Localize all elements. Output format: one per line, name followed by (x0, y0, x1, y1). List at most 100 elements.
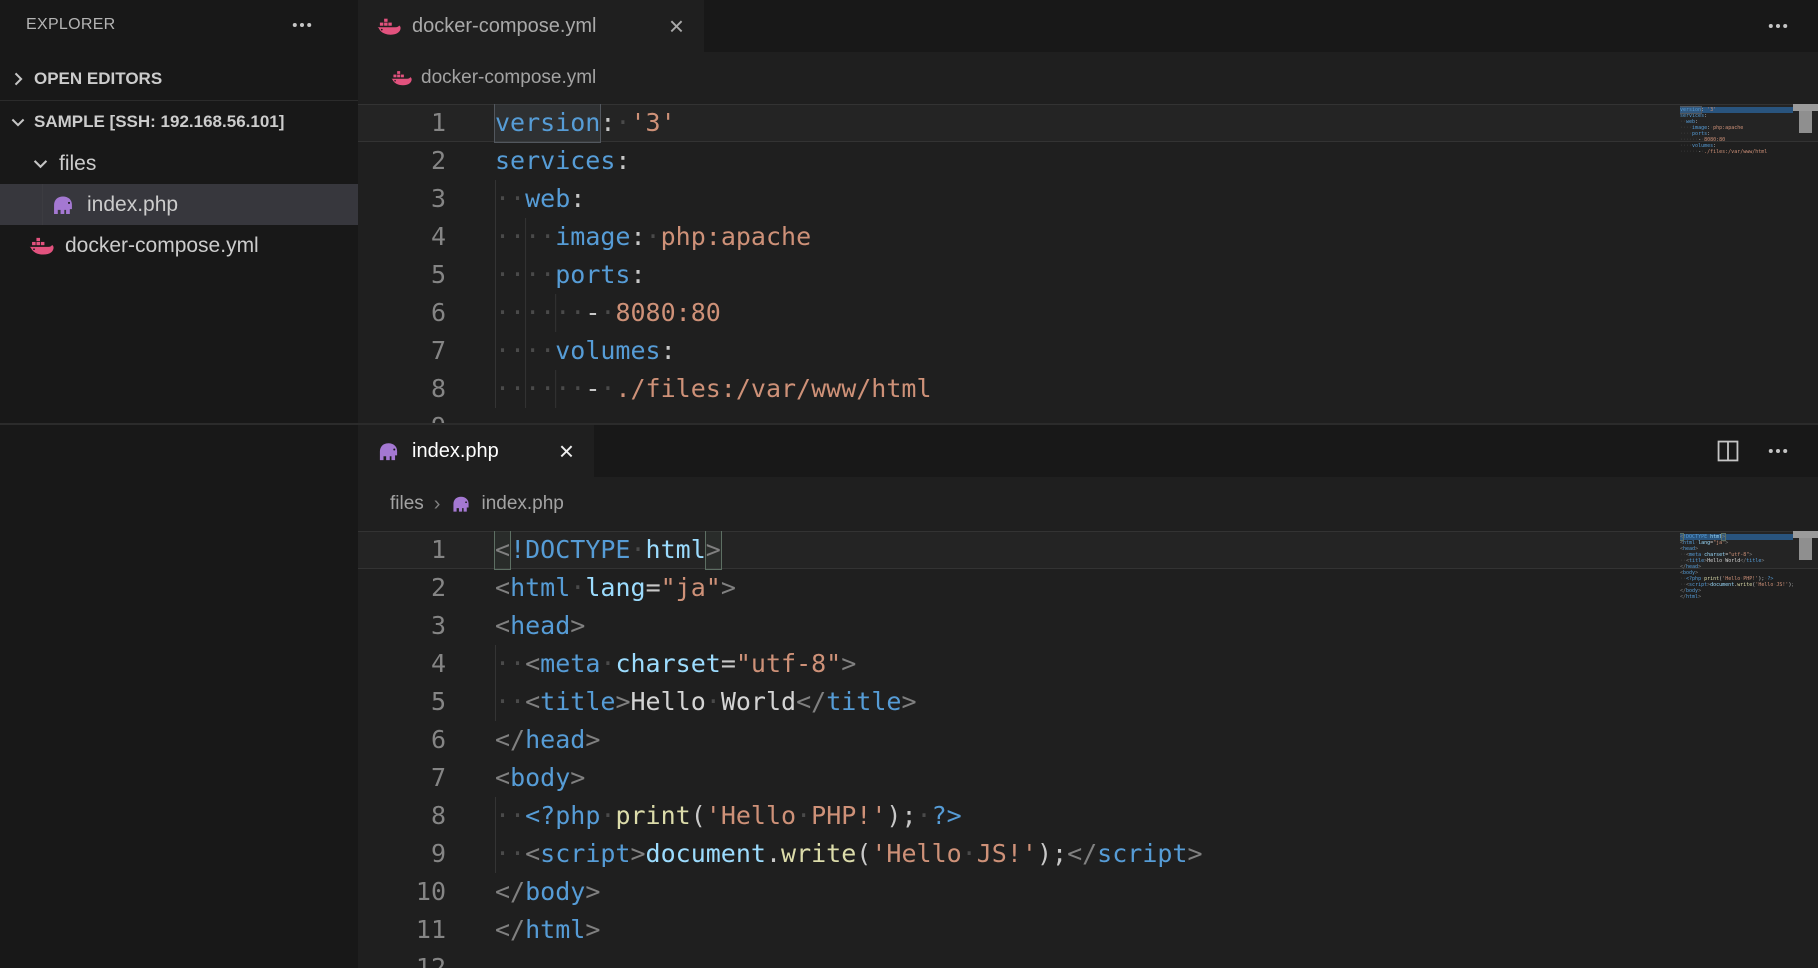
code-line-2: 2<html·lang="ja"> (358, 569, 1818, 607)
code-token-att: lang (585, 569, 645, 607)
code-line-9: 9··<script>document.write('Hello·JS!');<… (358, 835, 1818, 873)
code-editor[interactable]: 1version:·'3'2services:3··web:4····image… (358, 104, 1818, 423)
code-token-key: head (510, 607, 570, 645)
breadcrumb-item-index-php[interactable]: index.php (450, 493, 563, 515)
code-token-key: script (1097, 835, 1187, 873)
code-token-pun: : (600, 104, 615, 142)
minimap[interactable]: <!DOCTYPE·html><html·lang="ja"><head>··<… (1680, 531, 1793, 968)
code-token-pun: = (646, 569, 661, 607)
editor-more-actions-icon[interactable] (1766, 14, 1790, 38)
chevron-down-icon (30, 153, 51, 174)
code-token-pun: : (1704, 113, 1707, 119)
code-token-key: head (525, 721, 585, 759)
code-token-ws: · (646, 218, 661, 256)
code-token-ws: · (600, 294, 615, 332)
code-token-pun: : (630, 256, 645, 294)
code-token-brk: > (585, 721, 600, 759)
docker-file-icon (376, 14, 401, 39)
code-token-brk: > (1725, 540, 1728, 546)
code-token-brk: </ (1067, 835, 1097, 873)
close-icon[interactable]: × (667, 13, 686, 39)
code-token-fn: write (781, 835, 856, 873)
code-token-key: ?> (932, 797, 962, 835)
breadcrumb: docker-compose.yml (358, 52, 1818, 104)
sidebar-section-sample[interactable]: SAMPLE [SSH: 192.168.56.101] (0, 101, 358, 143)
explorer-more-actions-icon[interactable] (290, 13, 314, 37)
code-token-ws: · (917, 797, 932, 835)
code-line-3: 3<head> (358, 607, 1818, 645)
code-token-ws: · (600, 797, 615, 835)
code-line-7: 7····volumes: (358, 332, 1818, 370)
code-token-txt: Hello (631, 683, 706, 721)
file-label: index.php (87, 193, 178, 217)
tab-index-php[interactable]: index.php× (358, 425, 594, 477)
tab-docker-compose-yml[interactable]: docker-compose.yml× (358, 0, 704, 52)
file-label: docker-compose.yml (65, 234, 259, 258)
php-file-icon (376, 439, 401, 464)
breadcrumb-label: index.php (481, 493, 563, 515)
scrollbar-thumb[interactable] (1799, 538, 1812, 560)
line-number: 4 (358, 645, 495, 683)
line-number: 4 (358, 218, 495, 256)
code-line-4: 4····image:·php:apache (358, 218, 1818, 256)
code-token-brk: </ (495, 721, 525, 759)
minimap[interactable]: version:·'3'services:··web:····image:·ph… (1680, 104, 1793, 423)
sidebar-item-files[interactable]: files (0, 143, 358, 184)
line-number: 12 (358, 949, 495, 968)
code-token-brk: </ (796, 683, 826, 721)
code-editor[interactable]: 1<!DOCTYPE·html>2<html·lang="ja">3<head>… (358, 531, 1818, 968)
code-token-str: ./files:/var/www/html (615, 370, 931, 408)
scrollbar-thumb[interactable] (1799, 111, 1812, 133)
indent-guide (42, 184, 43, 225)
overview-ruler-decoration (1793, 104, 1818, 111)
sidebar-item-docker-compose-yml[interactable]: docker-compose.yml (0, 225, 358, 266)
line-number: 9 (358, 835, 495, 873)
code-token-brk: > (630, 835, 645, 873)
code-token-brk: > (1698, 564, 1701, 570)
code-token-ind: ······ (495, 370, 585, 408)
editor-more-actions-icon[interactable] (1766, 439, 1790, 463)
breadcrumb-item-docker-compose-yml[interactable]: docker-compose.yml (390, 67, 596, 89)
code-token-brk: </ (495, 911, 525, 949)
code-token-str: JS!' (1776, 582, 1788, 588)
split-editor-icon[interactable] (1716, 439, 1740, 463)
close-icon[interactable]: × (557, 438, 576, 464)
code-token-ind: ···· (495, 256, 555, 294)
code-token-brk: > (706, 531, 721, 569)
code-token-att: html (646, 531, 706, 569)
code-token-brk: > (841, 645, 856, 683)
code-token-brk: < (495, 607, 510, 645)
code-token-brk: > (570, 759, 585, 797)
breadcrumb: files›index.php (358, 477, 1818, 531)
code-token-key: html (525, 911, 585, 949)
breadcrumb-item-files[interactable]: files (390, 493, 424, 515)
code-token-str: JS!' (977, 835, 1037, 873)
editor-group-top: docker-compose.yml×docker-compose.yml1ve… (358, 0, 1818, 423)
code-token-key: volumes (555, 332, 660, 370)
code-line-4: 4··<meta·charset="utf-8"> (358, 645, 1818, 683)
scrollbar[interactable] (1793, 104, 1818, 423)
code-token-key: title (1746, 558, 1761, 564)
code-token-pun: - (585, 370, 600, 408)
line-number: 1 (358, 531, 495, 569)
section-label: SAMPLE [SSH: 192.168.56.101] (34, 112, 284, 132)
explorer-title: EXPLORER (26, 16, 116, 34)
explorer-sidebar: EXPLORER OPEN EDITORS SAMPLE [SSH: 192.16… (0, 0, 358, 968)
line-number: 3 (358, 180, 495, 218)
line-number: 2 (358, 569, 495, 607)
tab-strip: docker-compose.yml× (358, 0, 1818, 52)
sidebar-item-index-php[interactable]: index.php (0, 184, 358, 225)
code-token-ws: · (600, 645, 615, 683)
code-token-brk: < (525, 683, 540, 721)
code-token-fn: print (615, 797, 690, 835)
line-number: 5 (358, 683, 495, 721)
code-line-2: 2services: (358, 142, 1818, 180)
php-file-icon (450, 493, 472, 515)
code-line-10: 10</body> (358, 873, 1818, 911)
scrollbar[interactable] (1793, 531, 1818, 968)
code-token-ws: · (796, 797, 811, 835)
code-token-pun: = (721, 645, 736, 683)
code-line-5: 5··<title>Hello·World</title> (358, 683, 1818, 721)
sidebar-section-open[interactable]: OPEN EDITORS (0, 58, 358, 101)
code-token-str: "ja" (661, 569, 721, 607)
